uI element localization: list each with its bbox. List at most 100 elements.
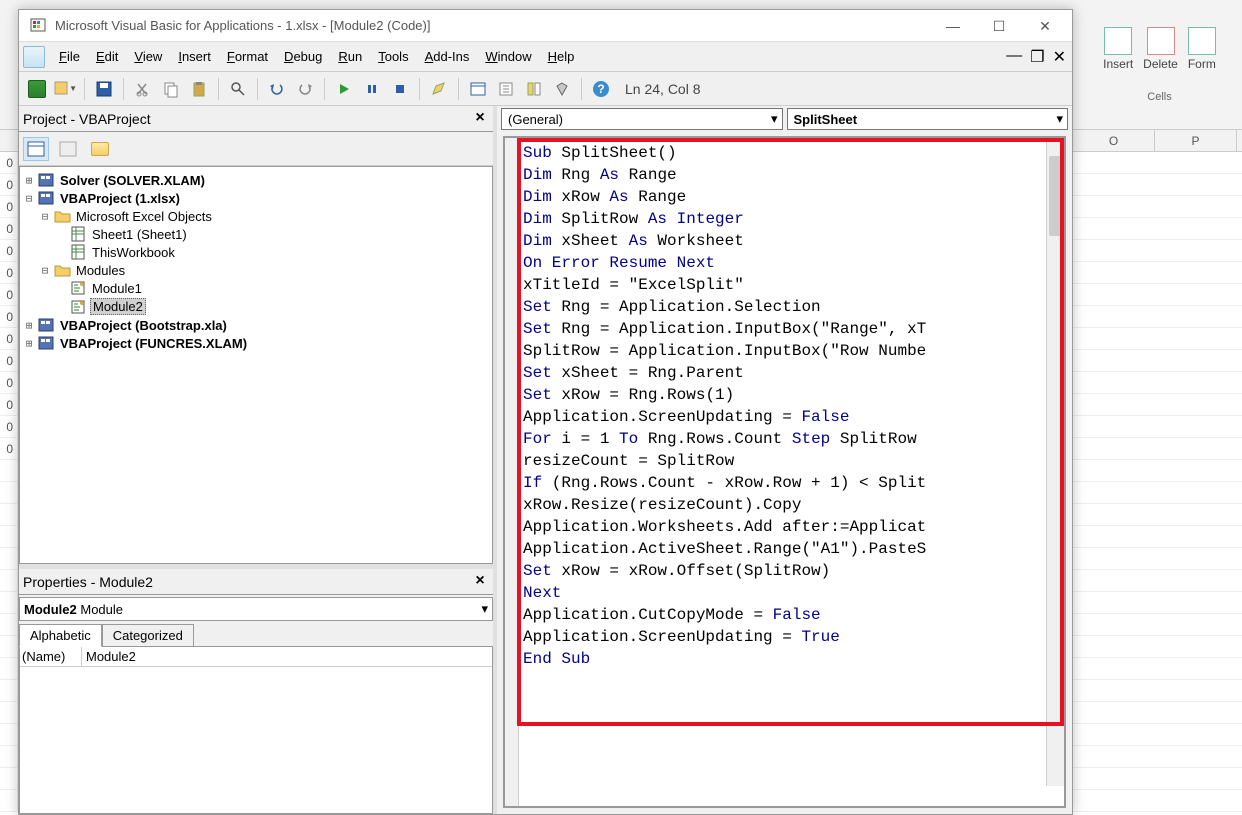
tree-node[interactable]: Sheet1 (Sheet1) [22, 225, 490, 243]
properties-object-combo[interactable]: Module2 Module ▾ [19, 597, 493, 621]
mdi-minimize-button[interactable]: — [1006, 47, 1022, 67]
insert-dropdown-button[interactable]: ▼ [53, 77, 77, 101]
expand-toggle[interactable]: ⊟ [22, 192, 36, 205]
reset-button[interactable] [388, 77, 412, 101]
properties-tabs: AlphabeticCategorized [19, 623, 493, 647]
menu-add-ins[interactable]: Add-Ins [417, 45, 478, 68]
break-button[interactable] [360, 77, 384, 101]
menu-help[interactable]: Help [540, 45, 583, 68]
menu-window[interactable]: Window [477, 45, 539, 68]
tree-node[interactable]: Module1 [22, 279, 490, 297]
code-editor[interactable]: Sub SplitSheet() Dim Rng As Range Dim xR… [503, 136, 1066, 808]
sheet-icon [70, 226, 88, 242]
tree-node[interactable]: ⊟Microsoft Excel Objects [22, 207, 490, 225]
tree-label: VBAProject (1.xlsx) [58, 191, 182, 206]
maximize-button[interactable]: ☐ [976, 11, 1022, 41]
menu-insert[interactable]: Insert [170, 45, 219, 68]
close-button[interactable]: ✕ [1022, 11, 1068, 41]
toggle-folders-button[interactable] [87, 137, 113, 161]
property-value[interactable]: Module2 [82, 647, 492, 667]
menu-edit[interactable]: Edit [88, 45, 126, 68]
col-header-O[interactable]: O [1073, 130, 1155, 151]
code-vertical-scrollbar[interactable] [1046, 138, 1064, 786]
tree-node[interactable]: ⊞ VBAProject (Bootstrap.xla) [22, 316, 490, 334]
tree-node[interactable]: ⊟Modules [22, 261, 490, 279]
code-margin [505, 138, 519, 806]
object-browser-button[interactable] [522, 77, 546, 101]
project-panel-title: Project - VBAProject [23, 111, 471, 127]
tree-node[interactable]: Module2 [22, 297, 490, 316]
undo-button[interactable] [265, 77, 289, 101]
ribbon-delete-button[interactable]: Delete [1143, 27, 1178, 71]
run-button[interactable] [332, 77, 356, 101]
titlebar[interactable]: Microsoft Visual Basic for Applications … [19, 10, 1072, 42]
menubar: FileEditViewInsertFormatDebugRunToolsAdd… [19, 42, 1072, 72]
find-button[interactable] [226, 77, 250, 101]
vba-app-icon [29, 16, 49, 36]
tree-label: VBAProject (Bootstrap.xla) [58, 318, 229, 333]
menu-tools[interactable]: Tools [370, 45, 416, 68]
tree-node[interactable]: ⊞VBAProject (FUNCRES.XLAM) [22, 334, 490, 352]
menu-file[interactable]: File [51, 45, 88, 68]
tree-node[interactable]: ThisWorkbook [22, 243, 490, 261]
view-excel-button[interactable] [25, 77, 49, 101]
mdi-restore-button[interactable]: ❐ [1030, 47, 1044, 67]
properties-tab-categorized[interactable]: Categorized [102, 624, 194, 647]
cut-button[interactable] [131, 77, 155, 101]
properties-grid[interactable]: (Name)Module2 [19, 647, 493, 814]
view-code-button[interactable] [23, 137, 49, 161]
sheet-icon [70, 244, 88, 260]
ribbon-insert-button[interactable]: Insert [1103, 27, 1133, 71]
tree-node[interactable]: ⊞Solver (SOLVER.XLAM) [22, 171, 490, 189]
expand-toggle[interactable]: ⊞ [22, 337, 36, 350]
scrollbar-thumb[interactable] [1049, 156, 1062, 236]
menu-run[interactable]: Run [330, 45, 370, 68]
vba-icon [38, 190, 56, 206]
properties-object-name: Module2 [24, 602, 77, 617]
project-panel-header[interactable]: Project - VBAProject × [19, 106, 493, 132]
excel-ribbon-right: Insert Delete Form Cells [1077, 0, 1242, 130]
menu-view[interactable]: View [126, 45, 170, 68]
properties-tab-alphabetic[interactable]: Alphabetic [19, 624, 102, 647]
design-mode-button[interactable] [427, 77, 451, 101]
expand-toggle[interactable]: ⊟ [38, 264, 52, 277]
help-button[interactable]: ? [589, 77, 613, 101]
chevron-down-icon: ▾ [771, 111, 778, 127]
menu-format[interactable]: Format [219, 45, 276, 68]
redo-button[interactable] [293, 77, 317, 101]
project-tree[interactable]: ⊞Solver (SOLVER.XLAM) ⊟ VBAProject (1.xlsx… [19, 166, 493, 564]
col-header-P[interactable]: P [1155, 130, 1237, 151]
project-explorer-button[interactable] [466, 77, 490, 101]
project-panel-close-button[interactable]: × [471, 110, 489, 128]
properties-window-button[interactable] [494, 77, 518, 101]
view-object-button[interactable] [55, 137, 81, 161]
toolbar: ▼ ? Ln 24, Col 8 [19, 72, 1072, 106]
expand-toggle[interactable]: ⊟ [38, 210, 52, 223]
mdi-close-button[interactable]: ✕ [1053, 47, 1066, 67]
properties-panel-close-button[interactable]: × [471, 573, 489, 591]
property-name: (Name) [20, 647, 82, 667]
copy-button[interactable] [159, 77, 183, 101]
expand-toggle[interactable]: ⊞ [22, 174, 36, 187]
menu-debug[interactable]: Debug [276, 45, 330, 68]
save-button[interactable] [92, 77, 116, 101]
minimize-button[interactable]: — [930, 11, 976, 41]
code-procedure-dropdown[interactable]: SplitSheet ▾ [787, 108, 1069, 130]
project-panel-toolbar [19, 132, 493, 166]
chevron-down-icon: ▾ [1056, 111, 1063, 127]
toolbox-button[interactable] [550, 77, 574, 101]
properties-panel-header[interactable]: Properties - Module2 × [19, 569, 493, 595]
paste-button[interactable] [187, 77, 211, 101]
code-object-dropdown[interactable]: (General) ▾ [501, 108, 783, 130]
ribbon-insert-label: Insert [1103, 57, 1133, 71]
expand-toggle[interactable]: ⊞ [22, 319, 36, 332]
tree-node[interactable]: ⊟ VBAProject (1.xlsx) [22, 189, 490, 207]
insert-cells-icon [1104, 27, 1132, 55]
system-menu-icon[interactable] [23, 46, 45, 68]
module-icon [70, 299, 88, 315]
delete-cells-icon [1147, 27, 1175, 55]
ribbon-format-button[interactable]: Form [1188, 27, 1216, 71]
window-title: Microsoft Visual Basic for Applications … [55, 18, 930, 33]
code-object-value: (General) [508, 112, 563, 127]
properties-object-type: Module [80, 602, 123, 617]
